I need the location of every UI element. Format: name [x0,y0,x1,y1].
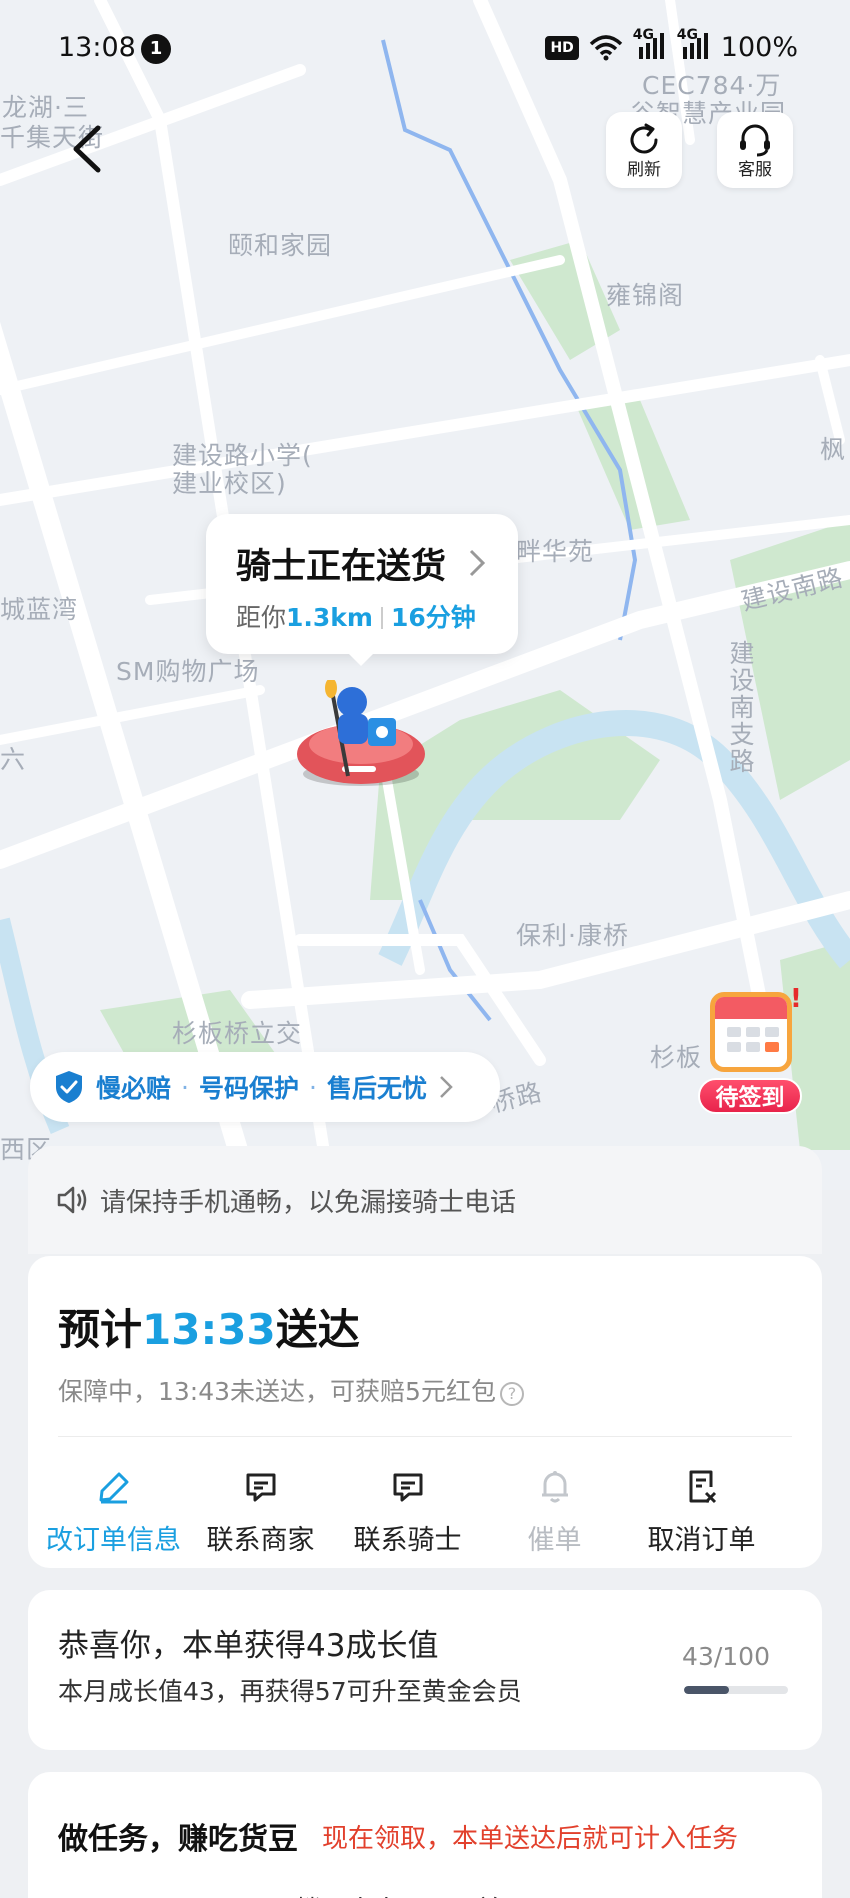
contact-rider-button[interactable]: 联系骑士 [334,1466,481,1557]
calendar-icon [710,992,792,1072]
task-peek-text: 一 · · 楼三人人工工 · 并 [228,1890,502,1898]
map-label: 建设南支路 [726,640,755,775]
refresh-button[interactable]: 刷新 [606,112,682,188]
eta-time: 13:33 [142,1305,276,1354]
chat-icon [393,1473,422,1502]
rider-avatar-icon [297,680,425,786]
chevron-left-icon [73,125,101,173]
help-icon[interactable]: ? [499,1382,524,1406]
network-type: 4G [676,26,699,43]
speaker-icon [57,1186,87,1214]
clock: 13:08 [58,32,136,63]
notice-text: 请保持手机通畅，以免漏接骑士电话 [100,1187,517,1218]
customer-service-button[interactable]: 客服 [717,112,793,188]
order-sheet: 请保持手机通畅，以免漏接骑士电话 预计13:33送达 保障中，13:43未送达，… [0,1146,850,1898]
divider [58,1436,792,1437]
edit-order-button[interactable]: 改订单信息 [40,1466,187,1557]
refresh-label: 刷新 [627,160,661,180]
eta-suffix: 送达 [275,1305,360,1354]
guarantee-item: 号码保护 [198,1074,299,1103]
growth-card[interactable]: 恭喜你，本单获得43成长值 本月成长值43，再获得57可升至黄金会员 43/10… [28,1590,822,1750]
battery-level: 100% [720,32,798,63]
status-bar: 13:08 1 HD 4G 4G 100% [0,27,850,70]
status-icons: HD 4G 4G 100% [545,27,798,63]
map-label: 雍锦阁 [606,281,685,310]
eta-card: 预计13:33送达 保障中，13:43未送达，可获赔5元红包? 改订单信息 联系… [28,1256,822,1568]
action-label: 联系商家 [206,1525,315,1556]
eta-prefix: 预计 [58,1305,143,1354]
notification-badge: 1 [141,34,171,64]
edit-icon [99,1472,128,1504]
headset-icon [740,124,770,157]
back-button[interactable] [68,124,108,174]
action-label: 改订单信息 [46,1525,181,1556]
map-label: 保利·康桥 [516,921,629,950]
map-label: 畔华苑 [516,537,595,566]
map-label: 六 [0,745,27,774]
eta-guarantee-info: 保障中，13:43未送达，可获赔5元红包? [58,1372,524,1408]
guarantee-item: 慢必赔 [96,1074,172,1103]
rider-status-bubble[interactable]: 骑士正在送货 距你1.3km 16分钟 [206,514,518,666]
distance-prefix: 距你 [236,603,287,632]
separator: · [181,1072,189,1102]
map-label: 颐和家园 [228,231,333,260]
chevron-right-icon [469,549,486,577]
eta-subtitle: 保障中，13:43未送达，可获赔5元红包 [58,1377,496,1406]
shield-check-icon [56,1071,82,1103]
cellular-signal-icon: 4G [677,27,711,63]
action-label: 催单 [527,1525,582,1556]
bell-icon [541,1471,568,1503]
task-card[interactable]: 做任务，赚吃货豆 现在领取，本单送达后就可计入任务 一 · · 楼三人人工工 ·… [28,1772,822,1898]
growth-count: 43/100 [682,1642,770,1671]
separator: · [308,1072,317,1102]
rider-eta: 16分钟 [390,603,476,632]
signin-label: 待签到 [698,1078,802,1114]
action-label: 取消订单 [647,1525,756,1556]
action-label: 联系骑士 [353,1525,462,1556]
network-type: 4G [632,26,655,43]
distance-value: 1.3km [286,603,373,632]
service-label: 客服 [738,160,772,180]
map-label: 枫 [820,435,847,464]
chevron-right-icon [440,1076,453,1098]
signin-widget[interactable]: ! 待签到 [698,984,808,1114]
urge-order-button[interactable]: 催单 [481,1466,628,1557]
eta-title: 预计13:33送达 [58,1296,360,1357]
hd-icon: HD [545,35,579,60]
order-actions: 改订单信息 联系商家 联系骑士 催单 取消订单 [28,1466,822,1557]
map-label: 城蓝湾 [0,595,79,624]
rider-distance: 距你1.3km 16分钟 [236,598,476,634]
map-label: 建业校区) [172,469,287,498]
chat-icon [246,1473,275,1502]
contact-merchant-button[interactable]: 联系商家 [187,1466,334,1557]
task-note: 现在领取，本单送达后就可计入任务 [322,1824,739,1854]
wifi-icon [589,34,622,60]
refresh-icon [630,123,658,154]
growth-progress-bar [684,1686,788,1694]
rider-status-title: 骑士正在送货 [236,547,447,587]
growth-progress-fill [684,1686,729,1694]
map-label: 杉板 [650,1043,703,1072]
cancel-doc-icon [689,1470,716,1504]
guarantee-pill[interactable]: 慢必赔 · 号码保护 · 售后无忧 [30,1052,500,1122]
notice-bar: 请保持手机通畅，以免漏接骑士电话 [28,1146,822,1254]
alert-badge: ! [790,984,802,1014]
guarantee-item: 售后无忧 [326,1074,427,1103]
cellular-signal-icon: 4G [633,27,667,63]
cancel-order-button[interactable]: 取消订单 [628,1466,775,1557]
map-label: 杉板桥立交 [172,1019,303,1048]
task-title: 做任务，赚吃货豆 [58,1822,298,1857]
growth-subtitle: 本月成长值43，再获得57可升至黄金会员 [58,1677,522,1706]
map-label: SM购物广场 [116,657,260,686]
growth-title: 恭喜你，本单获得43成长值 [58,1628,439,1664]
